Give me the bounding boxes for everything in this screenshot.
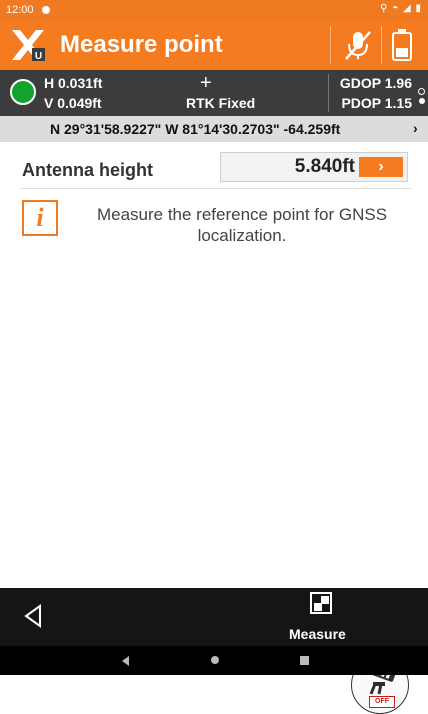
divider [20,188,412,189]
off-badge: OFF [369,696,395,708]
gdop-value: GDOP 1.96 [339,75,412,91]
chevron-right-icon[interactable]: › [413,120,418,136]
antenna-height-label: Antenna height [22,160,153,180]
v-precision: V 0.049ft [44,95,102,111]
antenna-height-field[interactable]: 5.840ft › [220,152,408,182]
antenna-height-button[interactable]: › [359,157,403,177]
h-precision: H 0.031ft [44,75,103,91]
bottom-action-bar: Measure [0,588,428,646]
status-bar: 12:00 ⚲ ◓ ◢ ▮ [0,0,428,20]
measure-button[interactable]: Measure [289,626,346,642]
system-nav-bar [0,646,428,675]
app-logo-icon[interactable]: U [10,28,46,62]
coordinates-text: N 29°31'58.9227" W 81°14'30.2703" -64.25… [50,121,341,137]
battery-icon[interactable] [391,28,413,62]
divider [330,26,331,64]
fix-status-indicator [10,79,36,105]
antenna-height-value: 5.840ft [294,156,355,177]
app-bar: U Measure point [0,20,428,70]
status-time: 12:00 [6,4,34,16]
info-icon: i [22,200,58,236]
fix-status: RTK Fixed [186,95,256,111]
nav-home-icon[interactable] [211,656,219,664]
pdop-value: PDOP 1.15 [341,95,412,111]
svg-text:U: U [35,51,42,62]
status-icons: ⚲ ◓ ◢ ▮ [380,3,422,14]
coordinates-bar[interactable]: N 29°31'58.9227" W 81°14'30.2703" -64.25… [0,116,428,142]
mic-off-icon[interactable] [343,29,373,61]
page-indicator-icon [418,88,425,95]
back-icon[interactable] [18,600,50,632]
nav-recents-icon[interactable] [300,656,309,665]
info-message: Measure the reference point for GNSS loc… [96,205,388,245]
notification-dot-icon [42,6,50,14]
content-panel: Antenna height 5.840ft › i Measure the r… [8,146,420,714]
divider [328,74,329,112]
nav-back-icon[interactable] [122,656,129,666]
page-indicator-active-icon [419,98,425,104]
chevron-right-icon: › [378,158,384,175]
gnss-status-bar[interactable]: H 0.031ft V 0.049ft + RTK Fixed GDOP 1.9… [0,70,428,116]
measure-icon[interactable] [310,592,332,614]
crosshair-icon: + [200,72,212,94]
divider [381,26,382,64]
page-title: Measure point [60,31,223,58]
